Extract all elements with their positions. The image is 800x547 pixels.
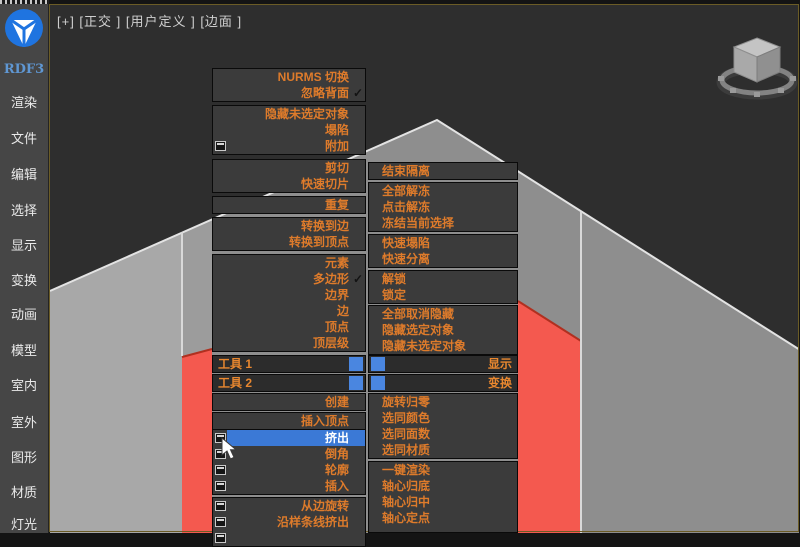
menu-item[interactable]: 附加: [213, 138, 365, 154]
quad-title-display[interactable]: 显示: [368, 355, 518, 373]
menu-item[interactable]: 快速切片: [213, 176, 365, 192]
logo-text: RDF3: [0, 62, 48, 77]
menu-item[interactable]: 创建: [213, 394, 365, 410]
quad-title-tools1[interactable]: 工具 1: [212, 355, 366, 373]
menu-item[interactable]: NURMS 切换: [213, 69, 365, 85]
quad-section: 剪切 快速切片: [212, 159, 366, 193]
menu-item[interactable]: 冻结当前选择: [369, 215, 517, 231]
sidebar-item-edit[interactable]: 编辑: [0, 164, 48, 183]
quad-section: 元素 多边形✓ 边界 边 顶点 顶层级: [212, 254, 366, 352]
quad-section: 结束隔离: [368, 162, 518, 180]
quad-section: 转换到边 转换到顶点: [212, 217, 366, 251]
menu-item[interactable]: 塌陷: [213, 122, 365, 138]
menu-item[interactable]: 一键渲染: [369, 462, 517, 478]
menu-item[interactable]: 结束隔离: [369, 163, 517, 179]
menu-item[interactable]: 边: [213, 303, 365, 319]
menu-item[interactable]: [213, 530, 365, 546]
sidebar-item-render[interactable]: 渲染: [0, 92, 48, 111]
menu-item[interactable]: 快速塌陷: [369, 235, 517, 251]
quad-section: 插入顶点: [212, 412, 366, 430]
menu-item[interactable]: 解锁: [369, 271, 517, 287]
quad-section: 解锁 锁定: [368, 270, 518, 304]
menu-item[interactable]: 剪切: [213, 160, 365, 176]
menu-item[interactable]: 沿样条线挤出: [213, 514, 365, 530]
check-icon: ✓: [353, 85, 363, 101]
menu-item[interactable]: 全部解冻: [369, 183, 517, 199]
menu-item[interactable]: 隐藏未选定对象: [213, 106, 365, 122]
sidebar-item-file[interactable]: 文件: [0, 128, 48, 147]
quad-title-tools2[interactable]: 工具 2: [212, 374, 366, 392]
quad-section: 全部取消隐藏 隐藏选定对象 隐藏未选定对象: [368, 305, 518, 355]
menu-item[interactable]: 转换到边: [213, 218, 365, 234]
quad-section: NURMS 切换 忽略背面✓: [212, 68, 366, 102]
menu-item[interactable]: 隐藏选定对象: [369, 322, 517, 338]
quad-section: 一键渲染 轴心归底 轴心归中 轴心定点: [368, 461, 518, 533]
menu-item[interactable]: 边界: [213, 287, 365, 303]
settings-box-icon[interactable]: [215, 465, 226, 475]
quad-center-marker: [371, 357, 385, 371]
menu-item[interactable]: 转换到顶点: [213, 234, 365, 250]
menu-item[interactable]: 隐藏未选定对象: [369, 338, 517, 354]
sidebar-item-shapes[interactable]: 图形: [0, 447, 48, 466]
menu-item[interactable]: 轴心定点: [369, 510, 517, 526]
settings-box-icon[interactable]: [215, 481, 226, 491]
sidebar-item-light[interactable]: 灯光: [0, 514, 48, 533]
quad-title-transform[interactable]: 变换: [368, 374, 518, 392]
quad-section: 快速塌陷 快速分离: [368, 234, 518, 268]
menu-item[interactable]: 轴心归底: [369, 478, 517, 494]
check-icon: ✓: [353, 271, 363, 287]
menu-item[interactable]: 锁定: [369, 287, 517, 303]
quad-section: 全部解冻 点击解冻 冻结当前选择: [368, 182, 518, 232]
quad-section: 从边旋转 沿样条线挤出: [212, 497, 366, 547]
quad-section: 重复: [212, 196, 366, 214]
quad-center-marker: [349, 357, 363, 371]
sidebar-item-animation[interactable]: 动画: [0, 304, 48, 323]
settings-box-icon[interactable]: [215, 533, 226, 543]
sidebar-item-model[interactable]: 模型: [0, 340, 48, 359]
quad-section: 旋转归零 选同颜色 选同面数 选同材质: [368, 393, 518, 459]
settings-box-icon[interactable]: [215, 517, 226, 527]
sidebar-item-interior[interactable]: 室内: [0, 375, 48, 394]
settings-box-icon[interactable]: [215, 141, 226, 151]
app-logo-icon[interactable]: [2, 6, 46, 50]
menu-item[interactable]: 轮廓: [213, 462, 365, 478]
sidebar-item-material[interactable]: 材质: [0, 482, 48, 501]
left-toolbar: RDF3 渲染 文件 编辑 选择 显示 变换 动画 模型 室内 室外 图形 材质…: [0, 0, 49, 533]
viewport-label[interactable]: [+] [正交 ] [用户定义 ] [边面 ]: [57, 11, 242, 30]
menu-item[interactable]: 快速分离: [369, 251, 517, 267]
menu-item[interactable]: 轴心归中: [369, 494, 517, 510]
sidebar-item-exterior[interactable]: 室外: [0, 412, 48, 431]
menu-item[interactable]: 选同面数: [369, 426, 517, 442]
menu-item[interactable]: 从边旋转: [213, 498, 365, 514]
menu-item[interactable]: 顶点: [213, 319, 365, 335]
quad-section: 隐藏未选定对象 塌陷 附加: [212, 105, 366, 155]
menu-item[interactable]: 忽略背面✓: [213, 85, 365, 101]
menu-item[interactable]: 重复: [213, 197, 365, 213]
menu-item[interactable]: 全部取消隐藏: [369, 306, 517, 322]
menu-item[interactable]: 旋转归零: [369, 394, 517, 410]
quad-center-marker: [371, 376, 385, 390]
menu-item[interactable]: 多边形✓: [213, 271, 365, 287]
menu-item[interactable]: 点击解冻: [369, 199, 517, 215]
viewcube-gizmo[interactable]: [712, 30, 800, 108]
settings-box-icon[interactable]: [215, 501, 226, 511]
menu-item[interactable]: 顶层级: [213, 335, 365, 351]
menu-item[interactable]: 插入: [213, 478, 365, 494]
menu-item[interactable]: 选同材质: [369, 442, 517, 458]
quad-section: 创建: [212, 393, 366, 411]
menu-item[interactable]: 插入顶点: [213, 413, 365, 429]
quad-center-marker: [349, 376, 363, 390]
menu-item[interactable]: 选同颜色: [369, 410, 517, 426]
sidebar-item-display[interactable]: 显示: [0, 235, 48, 254]
sidebar-item-select[interactable]: 选择: [0, 200, 48, 219]
sidebar-item-transform[interactable]: 变换: [0, 270, 48, 289]
mouse-cursor: [221, 437, 241, 463]
menu-item[interactable]: 元素: [213, 255, 365, 271]
grip-texture: [0, 0, 48, 4]
